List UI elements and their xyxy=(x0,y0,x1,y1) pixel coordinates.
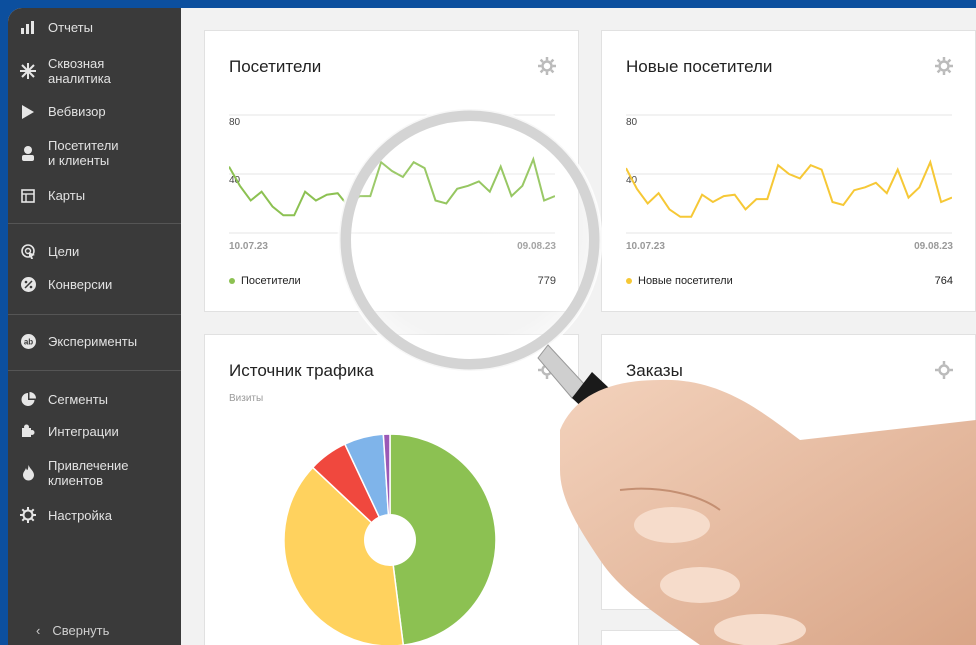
new-visitors-line-chart xyxy=(626,114,952,234)
widget-title: Новые посетители xyxy=(626,57,773,76)
sidebar-item-label: Сегменты xyxy=(48,392,109,407)
settings-gear-icon[interactable] xyxy=(935,57,953,80)
widget-title: Посетители xyxy=(229,57,322,76)
sidebar-item-label: Привлечение клиентов xyxy=(48,458,129,488)
sidebar-item-label: Настройка xyxy=(48,507,112,523)
widget-subtitle: Визиты xyxy=(229,393,264,404)
sidebar-item-maps[interactable]: Карты xyxy=(8,188,181,203)
series-line xyxy=(229,156,555,217)
gear-icon xyxy=(8,507,48,523)
legend-dot xyxy=(229,278,235,284)
widget-title: Источник трафика xyxy=(229,361,374,380)
settings-gear-icon[interactable] xyxy=(538,57,556,80)
sidebar-item-conversions[interactable]: Конверсии xyxy=(8,277,181,292)
sidebar-item-visitors-clients[interactable]: Посетители и клиенты xyxy=(8,138,181,168)
pie-segment-icon xyxy=(8,392,48,407)
sidebar-item-label: Вебвизор xyxy=(48,104,106,119)
visitors-line-chart xyxy=(229,114,555,234)
date-end-label: 09.08.23 xyxy=(517,241,556,252)
sidebar-item-label: Посетители и клиенты xyxy=(48,138,119,168)
app-frame: Отчеты Сквозная аналитика Вебвизор Посет… xyxy=(8,8,976,645)
widget-new-visitors: Новые посетители 80 40 10.07.23 09.08.23… xyxy=(601,30,976,312)
widget-orders: Заказы 1 xyxy=(601,334,976,610)
svg-text:ab: ab xyxy=(23,338,32,347)
sidebar-item-webvisor[interactable]: Вебвизор xyxy=(8,104,181,119)
total-value: 764 xyxy=(934,275,953,287)
person-icon xyxy=(8,145,48,161)
collapse-label: Свернуть xyxy=(52,623,110,638)
settings-gear-icon[interactable] xyxy=(538,361,556,384)
sidebar-item-segments[interactable]: Сегменты xyxy=(8,392,181,407)
chart-legend: Посетители xyxy=(229,275,301,287)
sidebar-item-label: Конверсии xyxy=(48,277,113,292)
sidebar-item-label: Цели xyxy=(48,244,80,259)
sidebar-item-label: Карты xyxy=(48,188,86,203)
traffic-pie-chart xyxy=(283,433,497,645)
sidebar-item-end-to-end-analytics[interactable]: Сквозная аналитика xyxy=(8,56,181,86)
sidebar-divider xyxy=(8,370,181,371)
chart-legend: Новые посетители xyxy=(626,275,733,287)
sidebar-item-label: Сквозная аналитика xyxy=(48,56,111,86)
sidebar-item-settings[interactable]: Настройка xyxy=(8,507,181,523)
series-line xyxy=(626,159,952,218)
date-start-label: 10.07.23 xyxy=(229,241,268,252)
widget-traffic-source: Источник трафика Визиты xyxy=(204,334,579,645)
widget-visitors: Посетители 80 40 10.07.23 09.08.23 Посет… xyxy=(204,30,579,312)
legend-label: Новые посетители xyxy=(638,275,733,287)
sidebar-item-integrations[interactable]: Интеграции xyxy=(8,424,181,439)
map-frame-icon xyxy=(8,188,48,203)
total-value: 779 xyxy=(537,275,556,287)
sidebar-item-experiments[interactable]: ab Эксперименты xyxy=(8,334,181,349)
orders-value: 1 xyxy=(628,541,640,563)
play-icon xyxy=(8,104,48,119)
sidebar-divider xyxy=(8,223,181,224)
ab-icon: ab xyxy=(8,334,48,349)
widget-next xyxy=(601,630,976,645)
sidebar-item-acquisition[interactable]: Привлечение клиентов xyxy=(8,458,181,488)
sparkle-icon xyxy=(8,63,48,79)
percent-icon xyxy=(8,277,48,292)
pie-hole xyxy=(364,514,416,566)
sidebar-divider xyxy=(8,314,181,315)
sidebar-item-label: Интеграции xyxy=(48,424,119,439)
sidebar-item-label: Отчеты xyxy=(48,20,93,35)
bar-chart-icon xyxy=(8,21,48,34)
sidebar-item-reports[interactable]: Отчеты xyxy=(8,20,181,35)
sidebar: Отчеты Сквозная аналитика Вебвизор Посет… xyxy=(8,8,181,645)
sidebar-item-label: Эксперименты xyxy=(48,334,138,349)
date-start-label: 10.07.23 xyxy=(626,241,665,252)
date-end-label: 09.08.23 xyxy=(914,241,953,252)
flame-icon xyxy=(8,465,48,481)
target-cursor-icon xyxy=(8,244,48,259)
puzzle-icon xyxy=(8,424,48,439)
legend-label: Посетители xyxy=(241,275,301,287)
legend-dot xyxy=(626,278,632,284)
collapse-sidebar-button[interactable]: ‹ Свернуть xyxy=(36,623,109,638)
chevron-left-icon: ‹ xyxy=(36,623,41,638)
settings-gear-icon[interactable] xyxy=(935,361,953,384)
widget-title: Заказы xyxy=(626,361,683,380)
sidebar-item-goals[interactable]: Цели xyxy=(8,244,181,259)
